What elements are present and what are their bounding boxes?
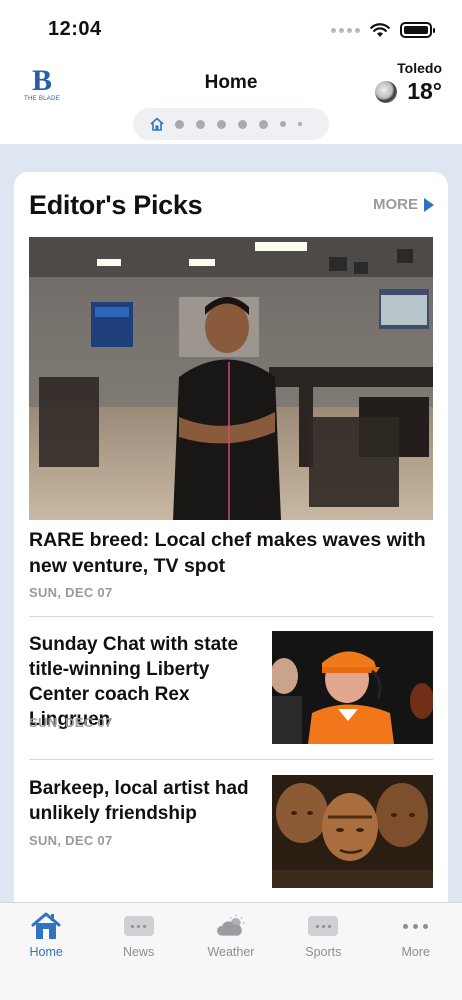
tab-label: Sports (305, 945, 342, 959)
story-date: SUN, DEC 07 (29, 833, 113, 848)
tab-label: Home (29, 945, 63, 959)
page-indicator[interactable] (133, 108, 329, 140)
sculpture-photo[interactable] (272, 775, 433, 888)
page-dot[interactable] (175, 119, 184, 129)
story-headline[interactable]: RARE breed: Local chef makes waves with … (29, 527, 435, 579)
moon-cloud-icon (375, 80, 398, 103)
house-icon (31, 912, 61, 939)
tab-more[interactable]: More (370, 903, 462, 1000)
tab-sports[interactable]: Sports (277, 903, 369, 1000)
home-page-icon[interactable] (149, 116, 165, 132)
chef-photo[interactable] (29, 237, 433, 520)
wifi-icon (370, 22, 390, 37)
divider (29, 616, 433, 617)
story-date: SUN, DEC 07 (29, 715, 113, 730)
battery-icon (400, 22, 435, 38)
page-dot[interactable] (298, 122, 302, 126)
logo-text: THE BLADE (24, 96, 61, 102)
tab-label: Weather (207, 945, 255, 959)
tab-news[interactable]: News (93, 903, 185, 1000)
more-label: MORE (373, 196, 418, 213)
page-dot[interactable] (280, 121, 286, 127)
status-icons (331, 22, 435, 38)
editors-picks-card: Editor's Picks MORE RARE breed: Local ch… (14, 172, 448, 932)
story-headline[interactable]: Barkeep, local artist had unlikely frien… (29, 776, 264, 826)
coach-photo[interactable] (272, 631, 433, 744)
play-arrow-icon (424, 197, 434, 212)
page-dot[interactable] (196, 119, 205, 129)
page-dot[interactable] (238, 119, 247, 129)
weather-temp: 18° (407, 78, 442, 104)
story-date: SUN, DEC 07 (29, 585, 113, 600)
page-dot[interactable] (259, 119, 268, 129)
status-time: 12:04 (48, 18, 102, 40)
app-header: B THE BLADE Home Toledo 18° (0, 58, 462, 144)
tab-label: More (401, 945, 430, 959)
news-icon (123, 911, 155, 941)
status-bar: 12:04 (0, 0, 462, 58)
page-dot[interactable] (217, 119, 226, 129)
weather-widget[interactable]: Toledo 18° (375, 60, 442, 105)
signal-icon (331, 27, 360, 33)
tab-label: News (122, 945, 155, 959)
more-link[interactable]: MORE (373, 196, 434, 213)
section-title: Editor's Picks (29, 190, 203, 220)
sports-icon (307, 911, 339, 941)
more-icon (400, 911, 432, 941)
tab-home[interactable]: Home (0, 903, 92, 1000)
divider (29, 759, 433, 760)
tab-weather[interactable]: Weather (185, 903, 277, 1000)
tab-bar: Home News Weather Sports More (0, 902, 462, 1000)
cloud-sun-icon (216, 914, 245, 936)
weather-city: Toledo (397, 60, 442, 76)
